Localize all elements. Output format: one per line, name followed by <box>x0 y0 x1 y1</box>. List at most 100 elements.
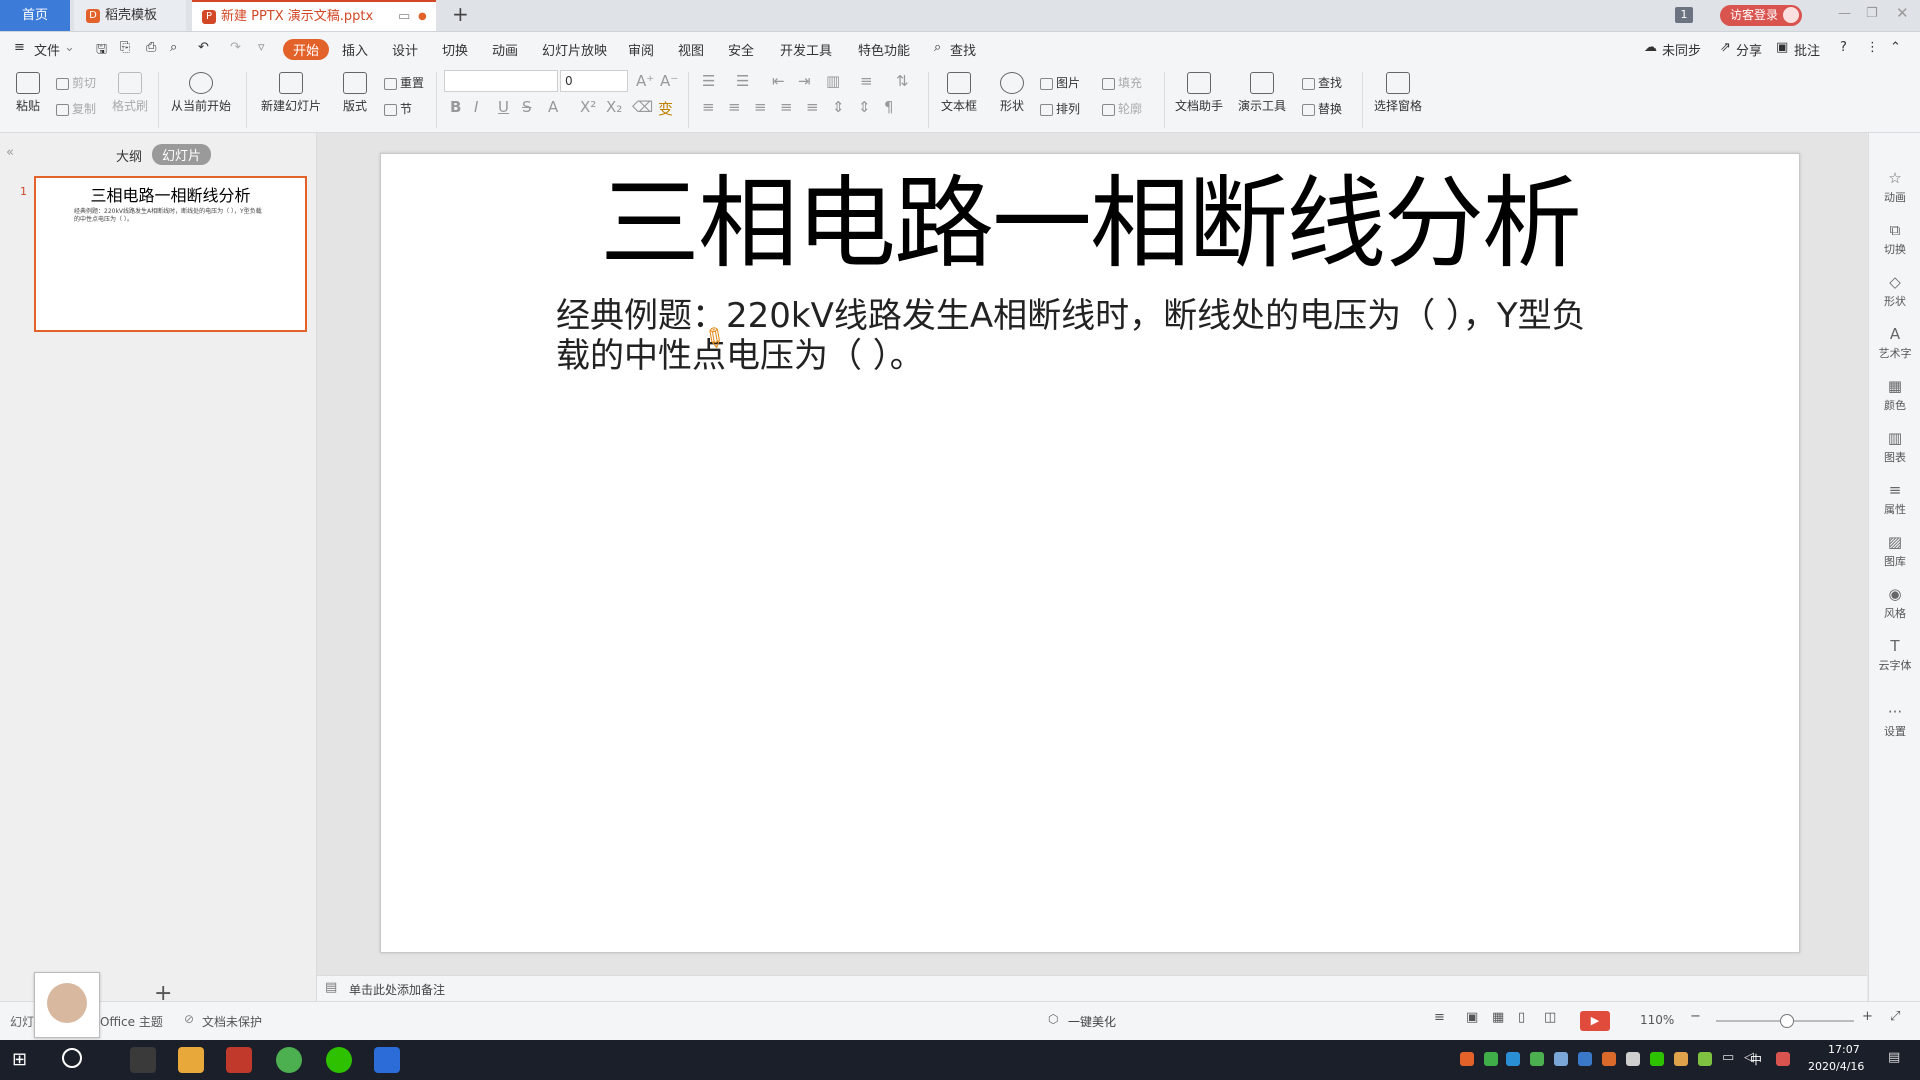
user-avatar-widget[interactable] <box>34 972 100 1038</box>
menu-view[interactable]: 视图 <box>678 40 704 59</box>
slide[interactable]: 三相电路一相断线分析 经典例题：220kV线路发生A相断线时，断线处的电压为（ … <box>380 153 1800 953</box>
menu-search[interactable]: 查找 <box>950 40 976 59</box>
browser-icon[interactable] <box>276 1047 302 1073</box>
columns-icon[interactable]: ▥ <box>826 72 840 90</box>
tray-app-icon[interactable] <box>1578 1052 1592 1066</box>
subscript-icon[interactable]: X₂ <box>606 98 622 116</box>
collapse-ribbon-icon[interactable]: ⌃ <box>1890 40 1901 55</box>
windows-start-icon[interactable]: ⊞ <box>12 1049 27 1070</box>
tray-app-icon[interactable] <box>1602 1052 1616 1066</box>
tray-wps-icon[interactable] <box>1460 1052 1474 1066</box>
tray-usb-icon[interactable] <box>1626 1052 1640 1066</box>
bold-icon[interactable]: B <box>450 98 461 116</box>
zoom-in-icon[interactable]: + <box>1862 1009 1873 1024</box>
numbering-icon[interactable]: ☰ <box>736 72 749 90</box>
paragraph-icon[interactable]: ¶ <box>884 98 894 116</box>
menu-slideshow[interactable]: 幻灯片放映 <box>542 40 607 59</box>
more-icon[interactable]: ⋮ <box>1866 40 1879 55</box>
superscript-icon[interactable]: X² <box>580 98 596 116</box>
fit-window-icon[interactable]: ⤢ <box>1890 1009 1900 1024</box>
font-name-select[interactable] <box>444 70 558 92</box>
share-button[interactable]: 分享 <box>1736 40 1762 59</box>
textbox-button[interactable]: 文本框 <box>936 72 982 114</box>
section-button[interactable]: 节 <box>384 100 434 117</box>
monitor-icon[interactable]: ▭ <box>398 2 410 31</box>
sync-status[interactable]: 未同步 <box>1662 40 1701 59</box>
tab-home[interactable]: 首页 <box>0 0 70 31</box>
close-icon[interactable]: ✕ <box>1896 4 1909 22</box>
slide-title[interactable]: 三相电路一相断线分析 <box>381 164 1799 284</box>
tool-shape[interactable]: ◇ 形状 <box>1869 273 1920 309</box>
select-pane-button[interactable]: 选择窗格 <box>1370 72 1426 114</box>
copy-button[interactable]: 复制 <box>56 100 106 117</box>
network-icon[interactable]: ▭ <box>1722 1050 1734 1065</box>
file-explorer-icon[interactable] <box>178 1047 204 1073</box>
zoom-level[interactable]: 110% <box>1640 1013 1674 1027</box>
justify-icon[interactable]: ≡ <box>780 98 793 116</box>
menu-transition[interactable]: 切换 <box>442 40 468 59</box>
new-slide-button[interactable]: 新建幻灯片 <box>254 72 328 114</box>
cut-button[interactable]: 剪切 <box>56 74 106 91</box>
menu-developer[interactable]: 开发工具 <box>780 40 832 59</box>
fill-button[interactable]: 填充 <box>1102 74 1162 91</box>
text-effect-icon[interactable]: 变 <box>658 98 673 119</box>
tab-slides[interactable]: 幻灯片 <box>152 144 212 165</box>
minimize-icon[interactable]: — <box>1838 6 1851 21</box>
tray-app-icon[interactable] <box>1506 1052 1520 1066</box>
tray-app-icon[interactable] <box>1698 1052 1712 1066</box>
restore-icon[interactable]: ❐ <box>1866 6 1878 21</box>
tool-chart[interactable]: ▥ 图表 <box>1869 429 1920 465</box>
align-center-icon[interactable]: ≡ <box>728 98 741 116</box>
tool-gallery[interactable]: ▨ 图库 <box>1869 533 1920 569</box>
tool-transition[interactable]: ⧉ 切换 <box>1869 221 1920 257</box>
slide-thumbnail[interactable]: 三相电路一相断线分析 经典例题：220kV线路发生A相断线时，断线处的电压为（ … <box>34 176 307 332</box>
tool-color[interactable]: ▦ 颜色 <box>1869 377 1920 413</box>
window-count-badge[interactable]: 1 <box>1675 7 1693 23</box>
tab-outline[interactable]: 大纲 <box>116 146 142 165</box>
wps-presentation-icon[interactable] <box>226 1047 252 1073</box>
tool-properties[interactable]: ≡ 属性 <box>1869 481 1920 517</box>
slideshow-play-button[interactable]: ▶ <box>1580 1011 1610 1031</box>
search-icon[interactable]: ⌕ <box>934 40 941 55</box>
comment-button[interactable]: 批注 <box>1794 40 1820 59</box>
clear-format-icon[interactable]: ⌫ <box>632 98 653 116</box>
paste-button[interactable]: 粘贴 <box>10 72 46 114</box>
tool-cloud-font[interactable]: T 云字体 <box>1869 637 1920 673</box>
guest-login-button[interactable]: 访客登录 <box>1720 5 1802 26</box>
cortana-icon[interactable] <box>62 1048 82 1068</box>
zoom-out-icon[interactable]: − <box>1690 1009 1701 1024</box>
align-left-icon[interactable]: ≡ <box>702 98 715 116</box>
find-button[interactable]: 查找 <box>1302 74 1358 91</box>
layout-button[interactable]: 版式 <box>336 72 374 114</box>
reset-button[interactable]: 重置 <box>384 74 434 91</box>
menu-insert[interactable]: 插入 <box>342 40 368 59</box>
arrange-button[interactable]: 排列 <box>1040 100 1100 117</box>
font-color-icon[interactable]: A <box>548 98 558 116</box>
shape-button[interactable]: 形状 <box>992 72 1032 114</box>
notification-icon[interactable]: ▤ <box>1888 1050 1900 1065</box>
align-right-icon[interactable]: ≡ <box>754 98 767 116</box>
zoom-thumb[interactable] <box>1780 1014 1794 1028</box>
preview-icon[interactable]: ⌕ <box>170 40 177 55</box>
print-icon[interactable]: ⎙ <box>146 40 156 55</box>
tool-settings[interactable]: ··· 设置 <box>1869 703 1920 739</box>
vertical-align-icon[interactable]: ⇕ <box>832 98 845 116</box>
vertical-scrollbar[interactable] <box>1862 143 1866 963</box>
italic-icon[interactable]: I <box>474 98 478 116</box>
tray-app-icon[interactable] <box>1776 1052 1790 1066</box>
picture-button[interactable]: 图片 <box>1040 74 1100 91</box>
chevron-down-icon[interactable]: ⌄ <box>64 40 75 55</box>
text-direction-icon[interactable]: ⇅ <box>896 72 909 90</box>
menu-review[interactable]: 审阅 <box>628 40 654 59</box>
hamburger-icon[interactable]: ≡ <box>14 40 25 55</box>
tray-wechat-icon[interactable] <box>1650 1052 1664 1066</box>
tray-app-icon[interactable] <box>1674 1052 1688 1066</box>
wechat-icon[interactable] <box>326 1047 352 1073</box>
reading-view-icon[interactable]: ▯ <box>1518 1010 1525 1025</box>
presenter-view-icon[interactable]: ◫ <box>1544 1010 1556 1025</box>
menu-security[interactable]: 安全 <box>728 40 754 59</box>
redo-icon[interactable]: ↷ <box>230 40 241 55</box>
decrease-indent-icon[interactable]: ⇤ <box>772 72 785 90</box>
tool-animation[interactable]: ☆ 动画 <box>1869 169 1920 205</box>
calculator-icon[interactable] <box>130 1047 156 1073</box>
